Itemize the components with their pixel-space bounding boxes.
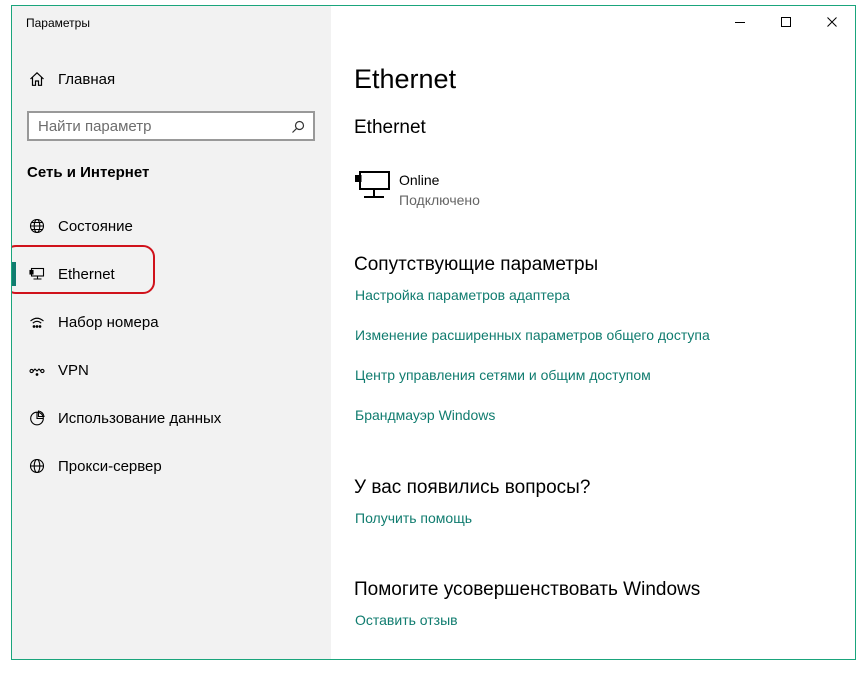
sidebar-item-dialup[interactable]: Набор номера bbox=[12, 298, 331, 346]
globe-icon bbox=[29, 458, 45, 474]
minimize-button[interactable] bbox=[717, 6, 763, 38]
sidebar-item-ethernet[interactable]: Ethernet bbox=[12, 250, 331, 298]
nav-list: Состояние Ethernet Набор номера VPN Испо… bbox=[12, 202, 331, 490]
selected-indicator bbox=[12, 262, 16, 286]
minimize-icon bbox=[735, 17, 745, 27]
home-icon bbox=[29, 71, 45, 87]
vpn-icon bbox=[29, 362, 45, 378]
improve-heading: Помогите усовершенствовать Windows bbox=[354, 579, 701, 600]
sidebar-item-data-usage[interactable]: Использование данных bbox=[12, 394, 331, 442]
page-title: Ethernet bbox=[354, 64, 457, 94]
link-get-help[interactable]: Получить помощь bbox=[355, 510, 472, 526]
section-title: Сеть и Интернет bbox=[27, 164, 150, 181]
link-firewall[interactable]: Брандмауэр Windows bbox=[355, 407, 495, 423]
sidebar-item-status[interactable]: Состояние bbox=[12, 202, 331, 250]
home-label: Главная bbox=[58, 70, 116, 88]
sidebar-item-label: VPN bbox=[58, 361, 89, 379]
network-computer-icon[interactable] bbox=[354, 169, 390, 201]
globe-status-icon bbox=[29, 218, 45, 234]
link-network-center[interactable]: Центр управления сетями и общим доступом bbox=[355, 367, 651, 383]
home-button[interactable]: Главная bbox=[12, 62, 331, 96]
sidebar: Параметры Главная Сеть и Интернет bbox=[12, 6, 331, 659]
data-usage-icon bbox=[29, 410, 45, 426]
close-button[interactable] bbox=[809, 6, 855, 38]
link-advanced-sharing[interactable]: Изменение расширенных параметров общего … bbox=[355, 327, 710, 343]
related-settings-heading: Сопутствующие параметры bbox=[354, 254, 599, 275]
search-input[interactable] bbox=[29, 116, 290, 136]
settings-window: Параметры Главная Сеть и Интернет bbox=[11, 5, 856, 660]
maximize-button[interactable] bbox=[763, 6, 809, 38]
sidebar-item-label: Ethernet bbox=[58, 265, 115, 283]
sidebar-item-label: Состояние bbox=[58, 217, 133, 235]
search-box[interactable] bbox=[27, 111, 315, 141]
ethernet-icon bbox=[29, 266, 45, 282]
search-icon[interactable] bbox=[291, 120, 305, 134]
link-feedback[interactable]: Оставить отзыв bbox=[355, 612, 458, 628]
window-controls bbox=[717, 6, 855, 38]
main-content: Ethernet Ethernet Online Подключено Сопу… bbox=[331, 6, 855, 659]
sidebar-item-label: Прокси-сервер bbox=[58, 457, 162, 475]
sidebar-item-proxy[interactable]: Прокси-сервер bbox=[12, 442, 331, 490]
app-title: Параметры bbox=[26, 16, 90, 30]
link-adapter-options[interactable]: Настройка параметров адаптера bbox=[355, 287, 570, 303]
help-heading: У вас появились вопросы? bbox=[354, 477, 591, 498]
sidebar-item-label: Набор номера bbox=[58, 313, 159, 331]
dialup-icon bbox=[29, 314, 45, 330]
connection-status: Подключено bbox=[399, 192, 480, 208]
sidebar-item-vpn[interactable]: VPN bbox=[12, 346, 331, 394]
section-heading-ethernet: Ethernet bbox=[354, 117, 426, 138]
close-icon bbox=[827, 17, 837, 27]
maximize-icon bbox=[781, 17, 791, 27]
sidebar-item-label: Использование данных bbox=[58, 409, 222, 427]
connection-name[interactable]: Online bbox=[399, 172, 439, 188]
